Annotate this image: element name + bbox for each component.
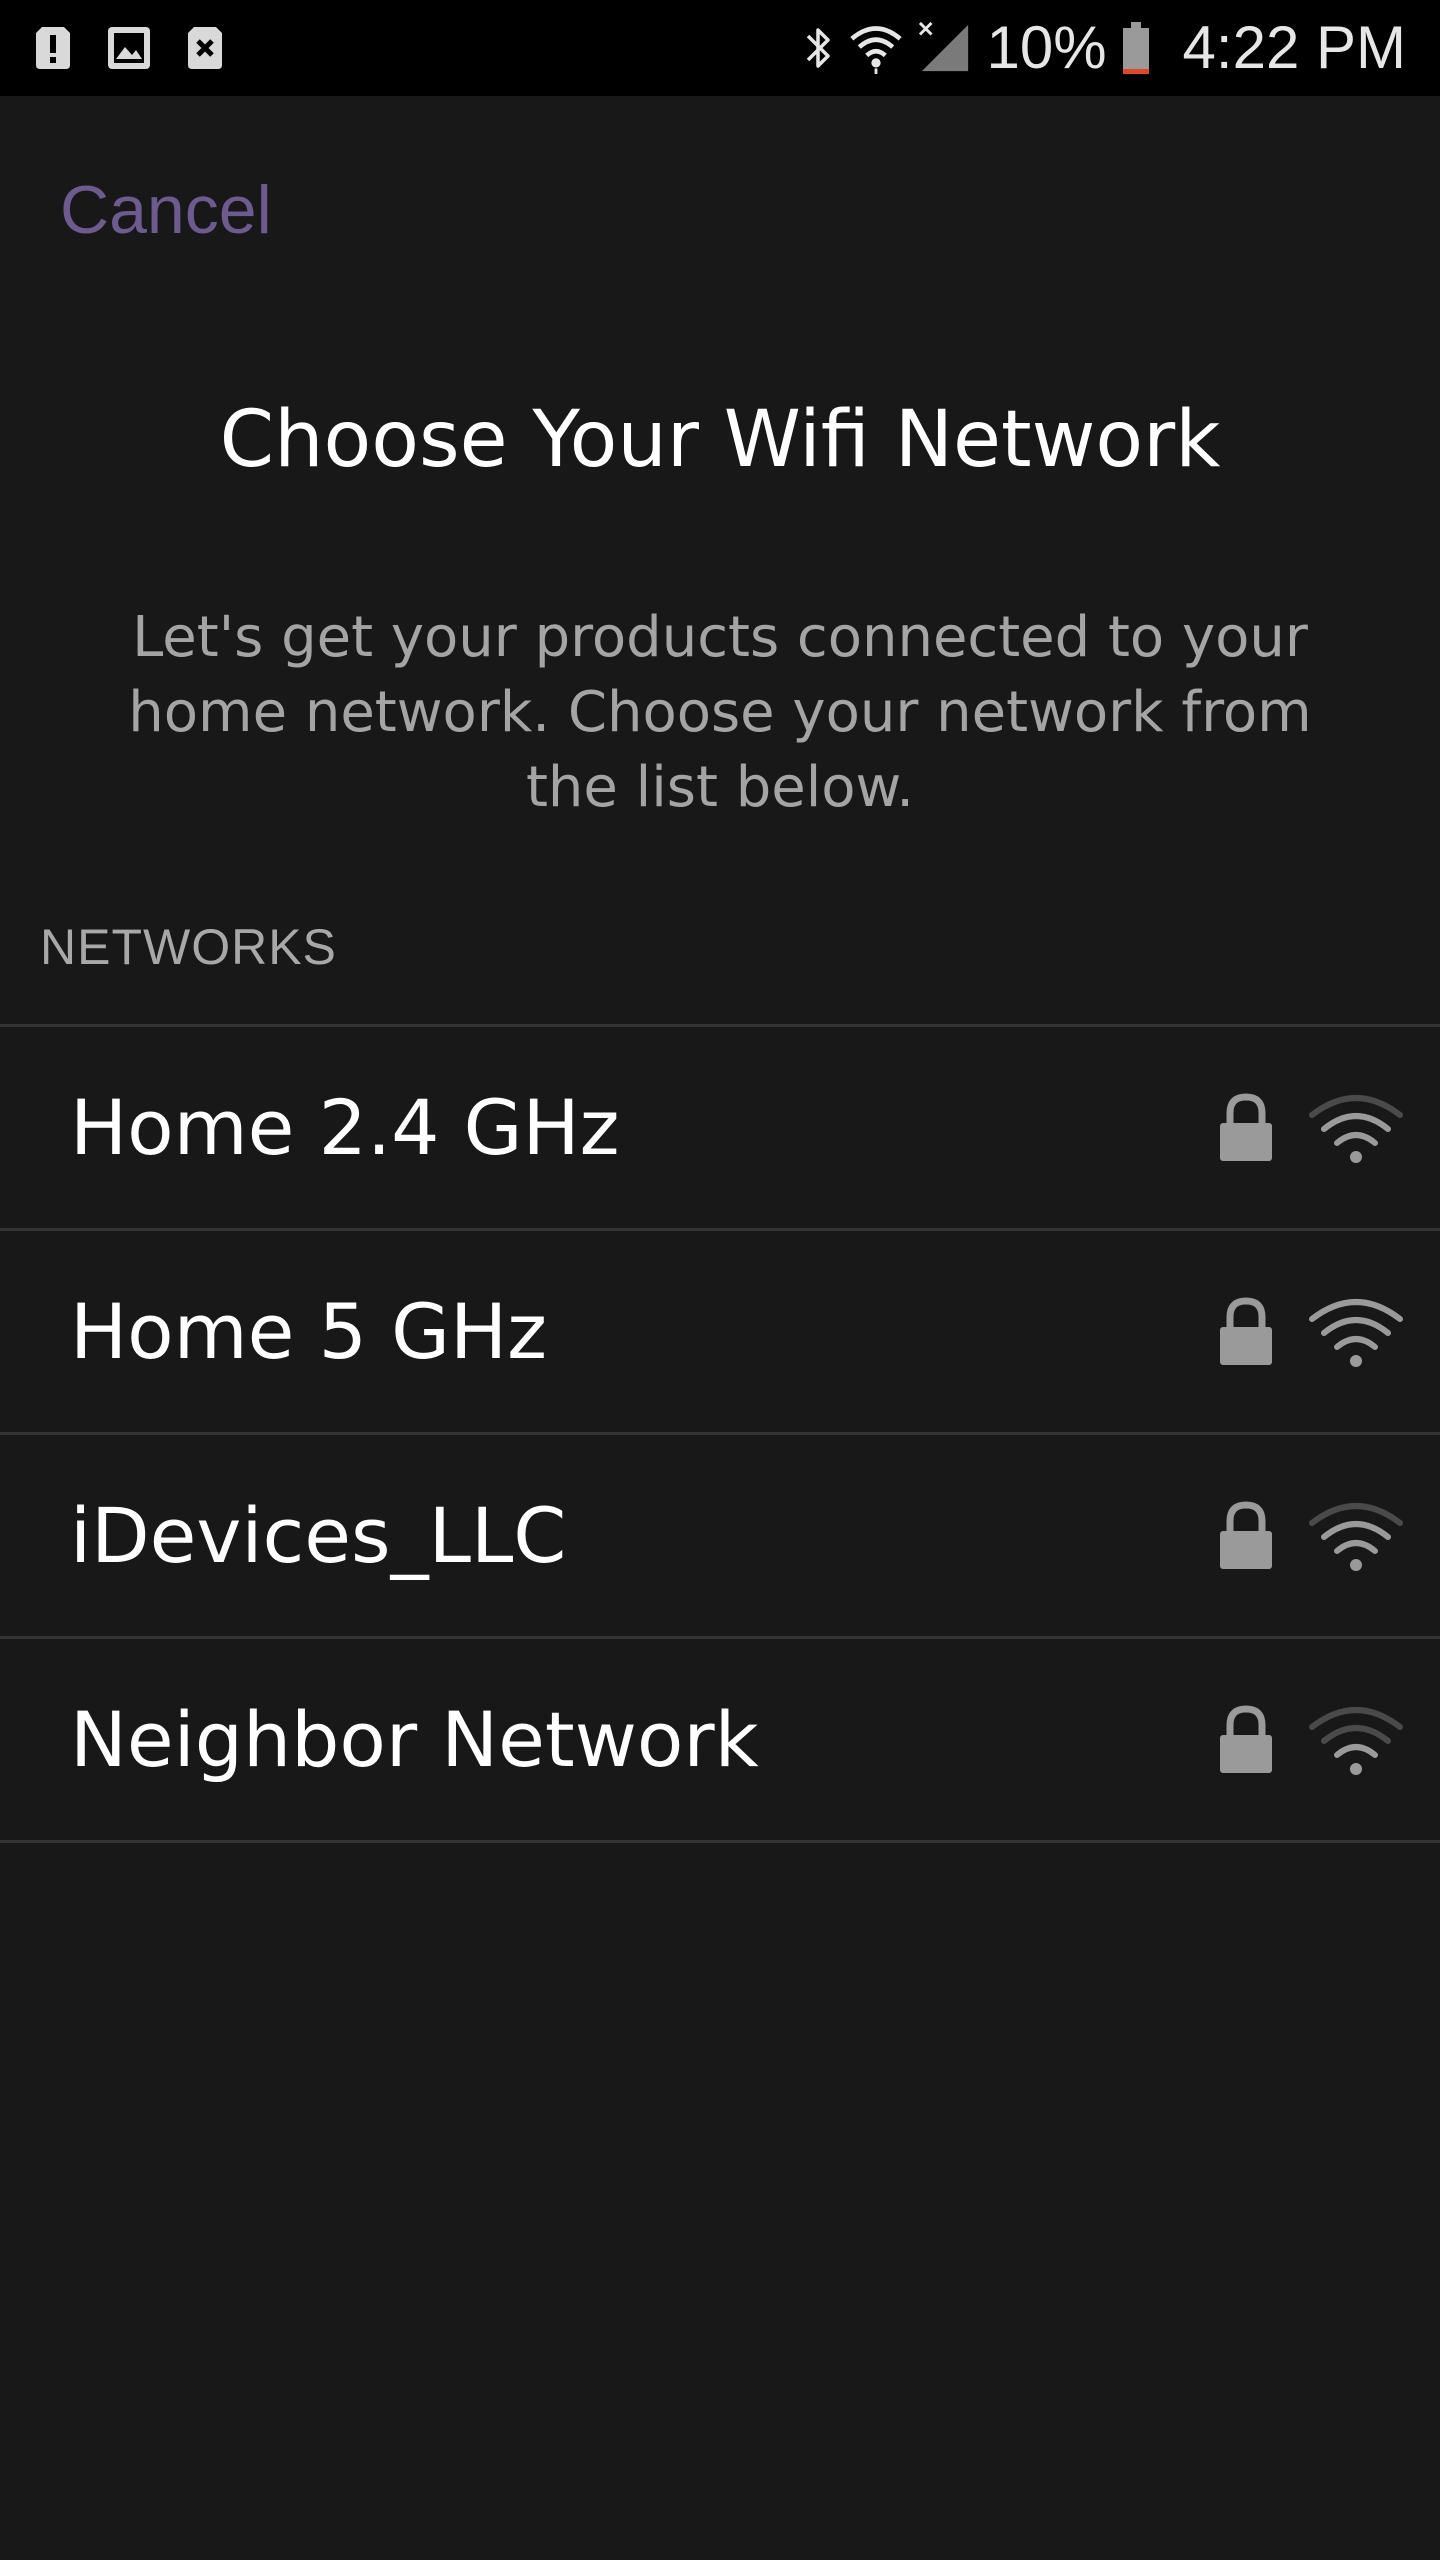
cancel-button[interactable]: Cancel bbox=[60, 160, 272, 260]
lock-icon bbox=[1220, 1093, 1272, 1161]
network-name: Home 2.4 GHz bbox=[70, 1083, 620, 1172]
wifi-status-icon bbox=[850, 26, 903, 74]
clock: 4:22 PM bbox=[1182, 14, 1406, 81]
battery-icon bbox=[1122, 22, 1149, 74]
cell-signal-icon bbox=[919, 21, 969, 72]
bluetooth-icon bbox=[807, 28, 831, 68]
wifi-signal-icon bbox=[1309, 1299, 1403, 1367]
lock-icon bbox=[1220, 1705, 1272, 1773]
alert-icon bbox=[36, 27, 70, 69]
lock-icon bbox=[1220, 1297, 1272, 1365]
lock-icon bbox=[1220, 1501, 1272, 1569]
image-icon bbox=[108, 27, 150, 69]
battery-percent: 10% bbox=[986, 14, 1107, 81]
network-list: Home 2.4 GHz Home 5 GHz iDevices_LLC Nei… bbox=[0, 1024, 1440, 1843]
network-name: Home 5 GHz bbox=[70, 1287, 548, 1376]
page-title: Choose Your Wifi Network bbox=[219, 395, 1221, 485]
wifi-signal-icon bbox=[1309, 1503, 1403, 1571]
network-row[interactable]: Home 2.4 GHz bbox=[0, 1027, 1440, 1231]
network-name: iDevices_LLC bbox=[70, 1491, 567, 1580]
networks-section-header: NETWORKS bbox=[40, 919, 337, 975]
sim-error-icon bbox=[188, 27, 222, 69]
status-bar: 10% 4:22 PM bbox=[0, 0, 1440, 96]
instructions-text: Let's get your products connected to you… bbox=[128, 605, 1312, 820]
status-bar-notifications bbox=[34, 22, 224, 74]
network-name: Neighbor Network bbox=[70, 1695, 759, 1784]
network-row[interactable]: iDevices_LLC bbox=[0, 1435, 1440, 1639]
network-row[interactable]: Home 5 GHz bbox=[0, 1231, 1440, 1435]
wifi-signal-icon bbox=[1309, 1095, 1403, 1163]
network-row[interactable]: Neighbor Network bbox=[0, 1639, 1440, 1843]
status-bar-system: 10% 4:22 PM bbox=[804, 0, 1406, 96]
wifi-signal-icon bbox=[1309, 1707, 1403, 1775]
